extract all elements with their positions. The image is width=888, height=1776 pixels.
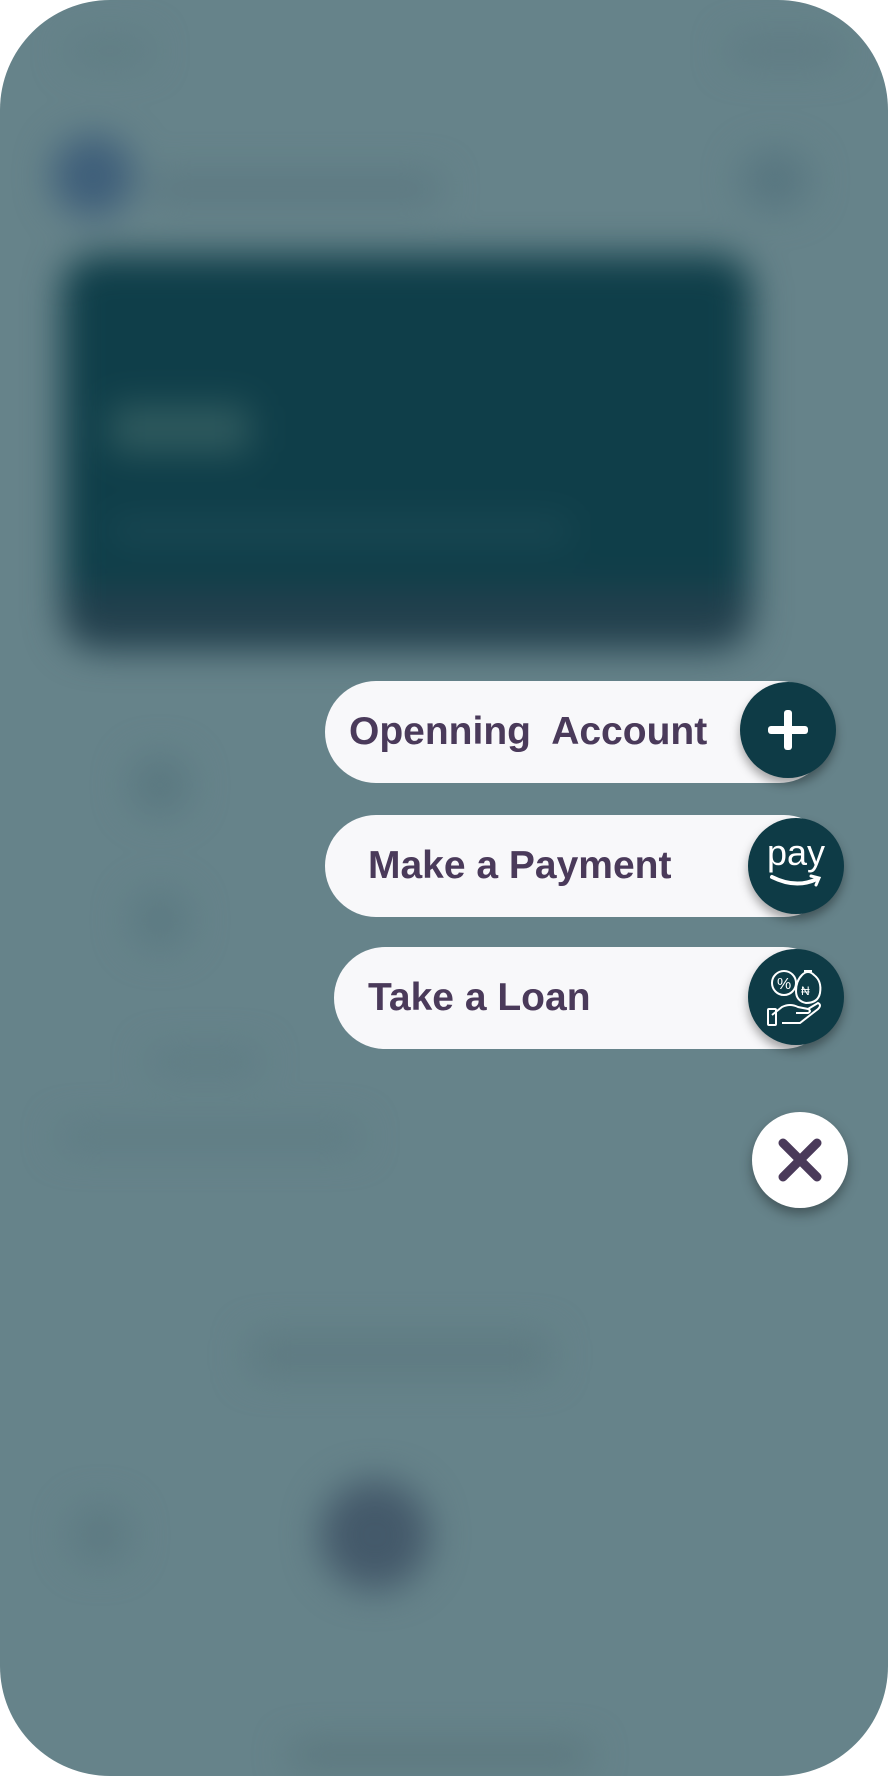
loan-icon[interactable]: % ₦ xyxy=(748,949,844,1045)
pay-icon[interactable]: pay xyxy=(748,818,844,914)
svg-text:%: % xyxy=(777,976,791,993)
make-payment-label: Make a Payment xyxy=(368,844,672,887)
pay-icon-text: pay xyxy=(766,832,826,873)
svg-text:₦: ₦ xyxy=(801,984,810,998)
opening-account-label: Openning Account xyxy=(349,710,708,753)
take-loan-label: Take a Loan xyxy=(368,976,591,1019)
close-button[interactable] xyxy=(752,1112,848,1208)
screen: Openning Account Make a Payment pay Take… xyxy=(0,0,888,1776)
plus-icon[interactable] xyxy=(740,682,836,778)
close-icon xyxy=(778,1138,822,1182)
